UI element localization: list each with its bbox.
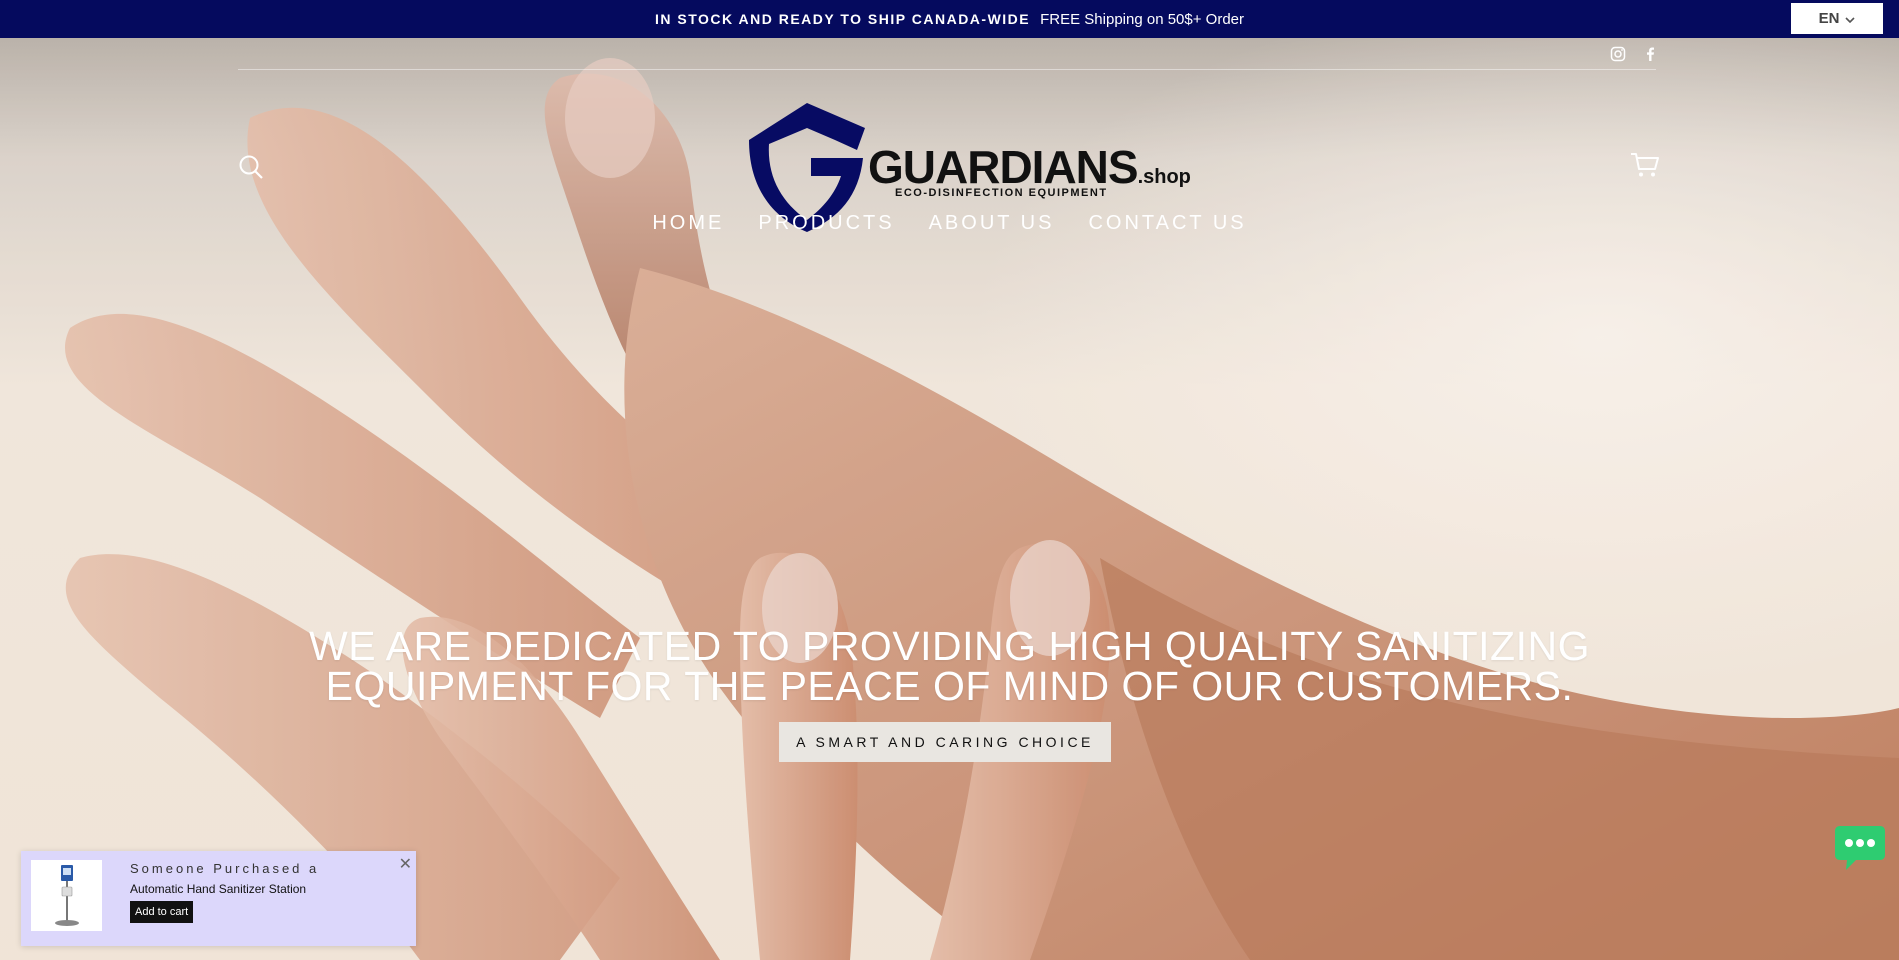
instagram-icon[interactable] — [1609, 45, 1627, 63]
search-icon[interactable] — [238, 154, 264, 185]
hero-section: GUARDIANS.shop ECO-DISINFECTION EQUIPMEN… — [0, 38, 1899, 960]
hero-headline-line1: WE ARE DEDICATED TO PROVIDING HIGH QUALI… — [309, 623, 1590, 669]
hero-headline-line2: EQUIPMENT FOR THE PEACE OF MIND OF OUR C… — [325, 663, 1574, 709]
nav-item-contact-us[interactable]: CONTACT US — [1088, 212, 1246, 235]
logo-wordmark: GUARDIANS.shop — [868, 141, 1191, 193]
announcement-bold: IN STOCK AND READY TO SHIP CANADA-WIDE — [654, 11, 1031, 27]
notification-product-name[interactable]: Automatic Hand Sanitizer Station — [130, 882, 306, 896]
sanitizer-station-icon — [54, 864, 79, 926]
announcement-text: FREE Shipping on 50$+ Order — [1040, 10, 1244, 28]
nav-item-products[interactable]: PRODUCTS — [758, 212, 894, 235]
facebook-icon[interactable] — [1641, 45, 1659, 63]
language-label: EN — [1818, 10, 1840, 27]
header-divider — [238, 69, 1656, 70]
chat-bubble-icon — [1835, 826, 1885, 870]
logo-tagline: ECO-DISINFECTION EQUIPMENT — [895, 187, 1108, 199]
add-to-cart-button[interactable]: Add to cart — [130, 901, 194, 923]
chevron-down-icon — [1845, 10, 1855, 27]
announcement-bar: IN STOCK AND READY TO SHIP CANADA-WIDE F… — [0, 0, 1899, 38]
product-thumbnail[interactable] — [31, 860, 102, 931]
nav-item-about-us[interactable]: ABOUT US — [929, 212, 1055, 235]
hero-cta-button[interactable]: A SMART AND CARING CHOICE — [779, 722, 1111, 762]
hero-headline: WE ARE DEDICATED TO PROVIDING HIGH QUALI… — [0, 623, 1899, 709]
cart-icon[interactable] — [1630, 151, 1660, 184]
social-links — [1609, 45, 1659, 63]
language-selector[interactable]: EN — [1791, 3, 1883, 34]
notification-title: Someone Purchased a — [130, 861, 320, 876]
main-navigation: HOME PRODUCTS ABOUT US CONTACT US — [0, 212, 1899, 235]
chat-widget-button[interactable] — [1834, 824, 1886, 877]
close-icon[interactable]: ✕ — [399, 854, 412, 874]
nav-item-home[interactable]: HOME — [652, 212, 724, 235]
purchase-notification: Someone Purchased a Automatic Hand Sanit… — [21, 851, 416, 946]
